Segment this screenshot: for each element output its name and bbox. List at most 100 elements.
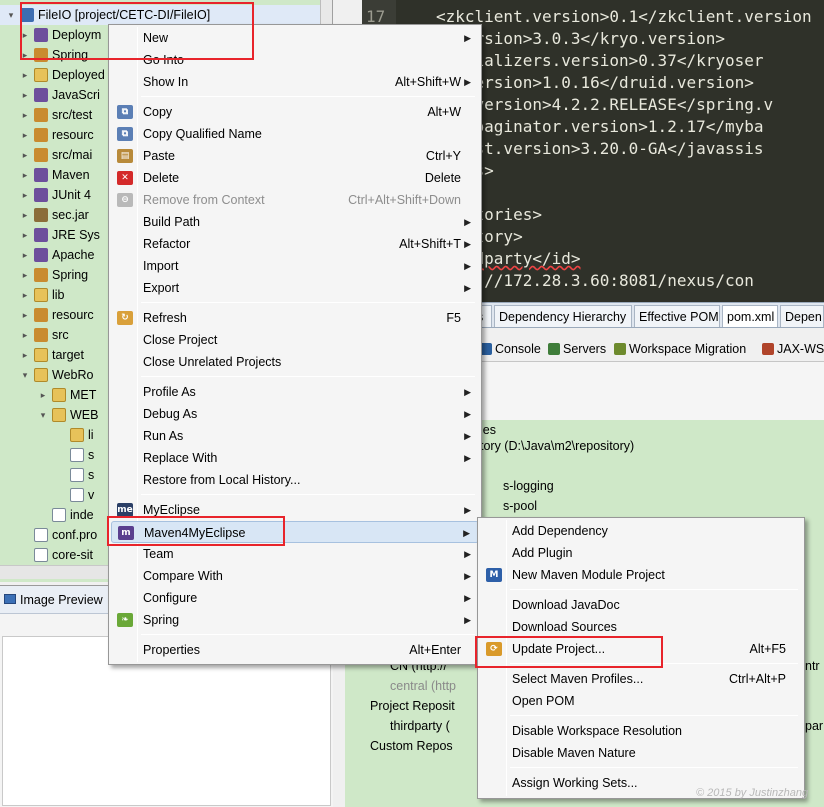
- expand-arrow-icon[interactable]: ▾: [38, 405, 48, 425]
- highlight-update-project: [475, 636, 663, 668]
- menu-item-copy-qualified-name[interactable]: ⧉ Copy Qualified Name: [111, 123, 479, 145]
- folder-icon: [34, 348, 48, 362]
- menu-item-label: Paste: [143, 149, 175, 163]
- expand-arrow-icon[interactable]: ▸: [20, 265, 30, 285]
- tab-console[interactable]: Console: [480, 340, 541, 358]
- menu-item-restore-from-local-history[interactable]: Restore from Local History...: [111, 469, 479, 491]
- tab-depen[interactable]: Depen: [780, 305, 824, 327]
- highlight-maven4myeclipse: [107, 516, 285, 546]
- expand-arrow-icon[interactable]: ▸: [20, 285, 30, 305]
- menu-item-refactor[interactable]: Refactor Alt+Shift+T ▶: [111, 233, 479, 255]
- tab-servers[interactable]: Servers: [548, 340, 606, 358]
- tab-pom-xml[interactable]: pom.xml: [722, 305, 778, 327]
- expand-arrow-icon[interactable]: ▸: [20, 345, 30, 365]
- repository-node[interactable]: Custom Repos: [370, 736, 453, 756]
- expand-arrow-icon[interactable]: ▸: [20, 185, 30, 205]
- expand-arrow-icon[interactable]: ▾: [20, 365, 30, 385]
- tab-label: Console: [495, 342, 541, 356]
- expand-arrow-icon[interactable]: ▸: [20, 205, 30, 225]
- menu-item-disable-workspace-resolution[interactable]: Disable Workspace Resolution: [480, 720, 802, 742]
- menu-item-disable-maven-nature[interactable]: Disable Maven Nature: [480, 742, 802, 764]
- menu-item-shortcut: Ctrl+Alt+P: [729, 672, 786, 686]
- expand-arrow-icon[interactable]: ▸: [20, 105, 30, 125]
- repository-node[interactable]: tory (D:\Java\m2\repository): [480, 436, 634, 456]
- image-preview-title[interactable]: Image Preview: [20, 593, 103, 607]
- menu-item-close-project[interactable]: Close Project: [111, 329, 479, 351]
- menu-item-run-as[interactable]: Run As ▶: [111, 425, 479, 447]
- submenu-arrow-icon: ▶: [464, 77, 471, 87]
- tab-label: JAX-WS: [777, 342, 824, 356]
- repository-node[interactable]: s-pool: [503, 496, 537, 516]
- menu-item-new-maven-module-project[interactable]: M New Maven Module Project: [480, 564, 802, 586]
- menu-item-build-path[interactable]: Build Path ▶: [111, 211, 479, 233]
- repository-node[interactable]: Project Reposit: [370, 696, 455, 716]
- tree-node-label: MET: [70, 388, 97, 402]
- tab-jax-ws[interactable]: JAX-WS: [762, 340, 824, 358]
- expand-arrow-icon[interactable]: ▸: [20, 305, 30, 325]
- file-icon: [52, 508, 66, 522]
- expand-arrow-icon[interactable]: ▸: [20, 125, 30, 145]
- repository-node[interactable]: ntr: [805, 656, 820, 676]
- menu-item-refresh[interactable]: ↻ Refresh F5: [111, 307, 479, 329]
- tree-node-label: src/test: [52, 108, 93, 122]
- expand-arrow-icon[interactable]: ▸: [20, 85, 30, 105]
- menu-item-paste[interactable]: ▤ Paste Ctrl+Y: [111, 145, 479, 167]
- menu-item-label: Disable Maven Nature: [512, 746, 636, 760]
- expand-arrow-icon[interactable]: ▸: [20, 65, 30, 85]
- expand-arrow-icon[interactable]: ▸: [20, 145, 30, 165]
- menu-item-download-javadoc[interactable]: Download JavaDoc: [480, 594, 802, 616]
- menu-item-import[interactable]: Import ▶: [111, 255, 479, 277]
- source-folder-icon: [34, 308, 48, 322]
- migration-icon: [614, 343, 626, 355]
- tab-workspace-migration[interactable]: Workspace Migration: [614, 340, 746, 358]
- expand-arrow-icon[interactable]: ▸: [20, 165, 30, 185]
- repository-node[interactable]: par: [805, 716, 823, 736]
- menu-item-delete[interactable]: ✕ Delete Delete: [111, 167, 479, 189]
- menu-item-shortcut: Alt+Shift+W: [395, 75, 461, 89]
- menu-item-add-dependency[interactable]: Add Dependency: [480, 520, 802, 542]
- menu-item-label: Team: [143, 547, 174, 561]
- menu-item-show-in[interactable]: Show In Alt+Shift+W ▶: [111, 71, 479, 93]
- expand-arrow-icon[interactable]: ▸: [20, 325, 30, 345]
- menu-item-label: Close Unrelated Projects: [143, 355, 282, 369]
- expand-arrow-icon[interactable]: ▾: [6, 5, 16, 25]
- menu-item-profile-as[interactable]: Profile As ▶: [111, 381, 479, 403]
- menu-item-shortcut: Alt+Shift+T: [399, 237, 461, 251]
- folder-icon: [52, 388, 66, 402]
- submenu-arrow-icon: ▶: [464, 571, 471, 581]
- tree-node-label: WebRo: [52, 368, 94, 382]
- menu-item-configure[interactable]: Configure ▶: [111, 587, 479, 609]
- menu-item-compare-with[interactable]: Compare With ▶: [111, 565, 479, 587]
- menu-item-label: Properties: [143, 643, 200, 657]
- menu-item-spring[interactable]: ❧ Spring ▶: [111, 609, 479, 631]
- expand-arrow-icon[interactable]: ▸: [20, 245, 30, 265]
- menu-separator: [141, 96, 475, 97]
- expand-arrow-icon[interactable]: ▸: [38, 385, 48, 405]
- submenu-arrow-icon: ▶: [464, 217, 471, 227]
- repository-node[interactable]: central (http: [390, 676, 456, 696]
- menu-item-add-plugin[interactable]: Add Plugin: [480, 542, 802, 564]
- menu-item-open-pom[interactable]: Open POM: [480, 690, 802, 712]
- repository-node[interactable]: s-logging: [503, 476, 554, 496]
- folder-icon: [34, 368, 48, 382]
- expand-arrow-icon[interactable]: ▸: [20, 225, 30, 245]
- tree-node-label: v: [88, 488, 95, 502]
- menu-item-debug-as[interactable]: Debug As ▶: [111, 403, 479, 425]
- menu-item-team[interactable]: Team ▶: [111, 543, 479, 565]
- folder-icon: [70, 428, 84, 442]
- menu-item-close-unrelated-projects[interactable]: Close Unrelated Projects: [111, 351, 479, 373]
- menu-item-properties[interactable]: Properties Alt+Enter: [111, 639, 479, 661]
- library-icon: [34, 228, 48, 242]
- repository-node[interactable]: thirdparty (: [390, 716, 450, 736]
- menu-item-download-sources[interactable]: Download Sources: [480, 616, 802, 638]
- menu-item-replace-with[interactable]: Replace With ▶: [111, 447, 479, 469]
- menu-item-select-maven-profiles[interactable]: Select Maven Profiles... Ctrl+Alt+P: [480, 668, 802, 690]
- tab-effective-pom[interactable]: Effective POM: [634, 305, 720, 327]
- tab-dependency-hierarchy[interactable]: Dependency Hierarchy: [494, 305, 632, 327]
- menu-item-export[interactable]: Export ▶: [111, 277, 479, 299]
- tree-node-label: resourc: [52, 128, 94, 142]
- submenu-arrow-icon: ▶: [464, 283, 471, 293]
- menu-item-label: Refactor: [143, 237, 191, 251]
- menu-item-shortcut: Ctrl+Alt+Shift+Down: [348, 193, 461, 207]
- menu-item-copy[interactable]: ⧉ Copy Alt+W: [111, 101, 479, 123]
